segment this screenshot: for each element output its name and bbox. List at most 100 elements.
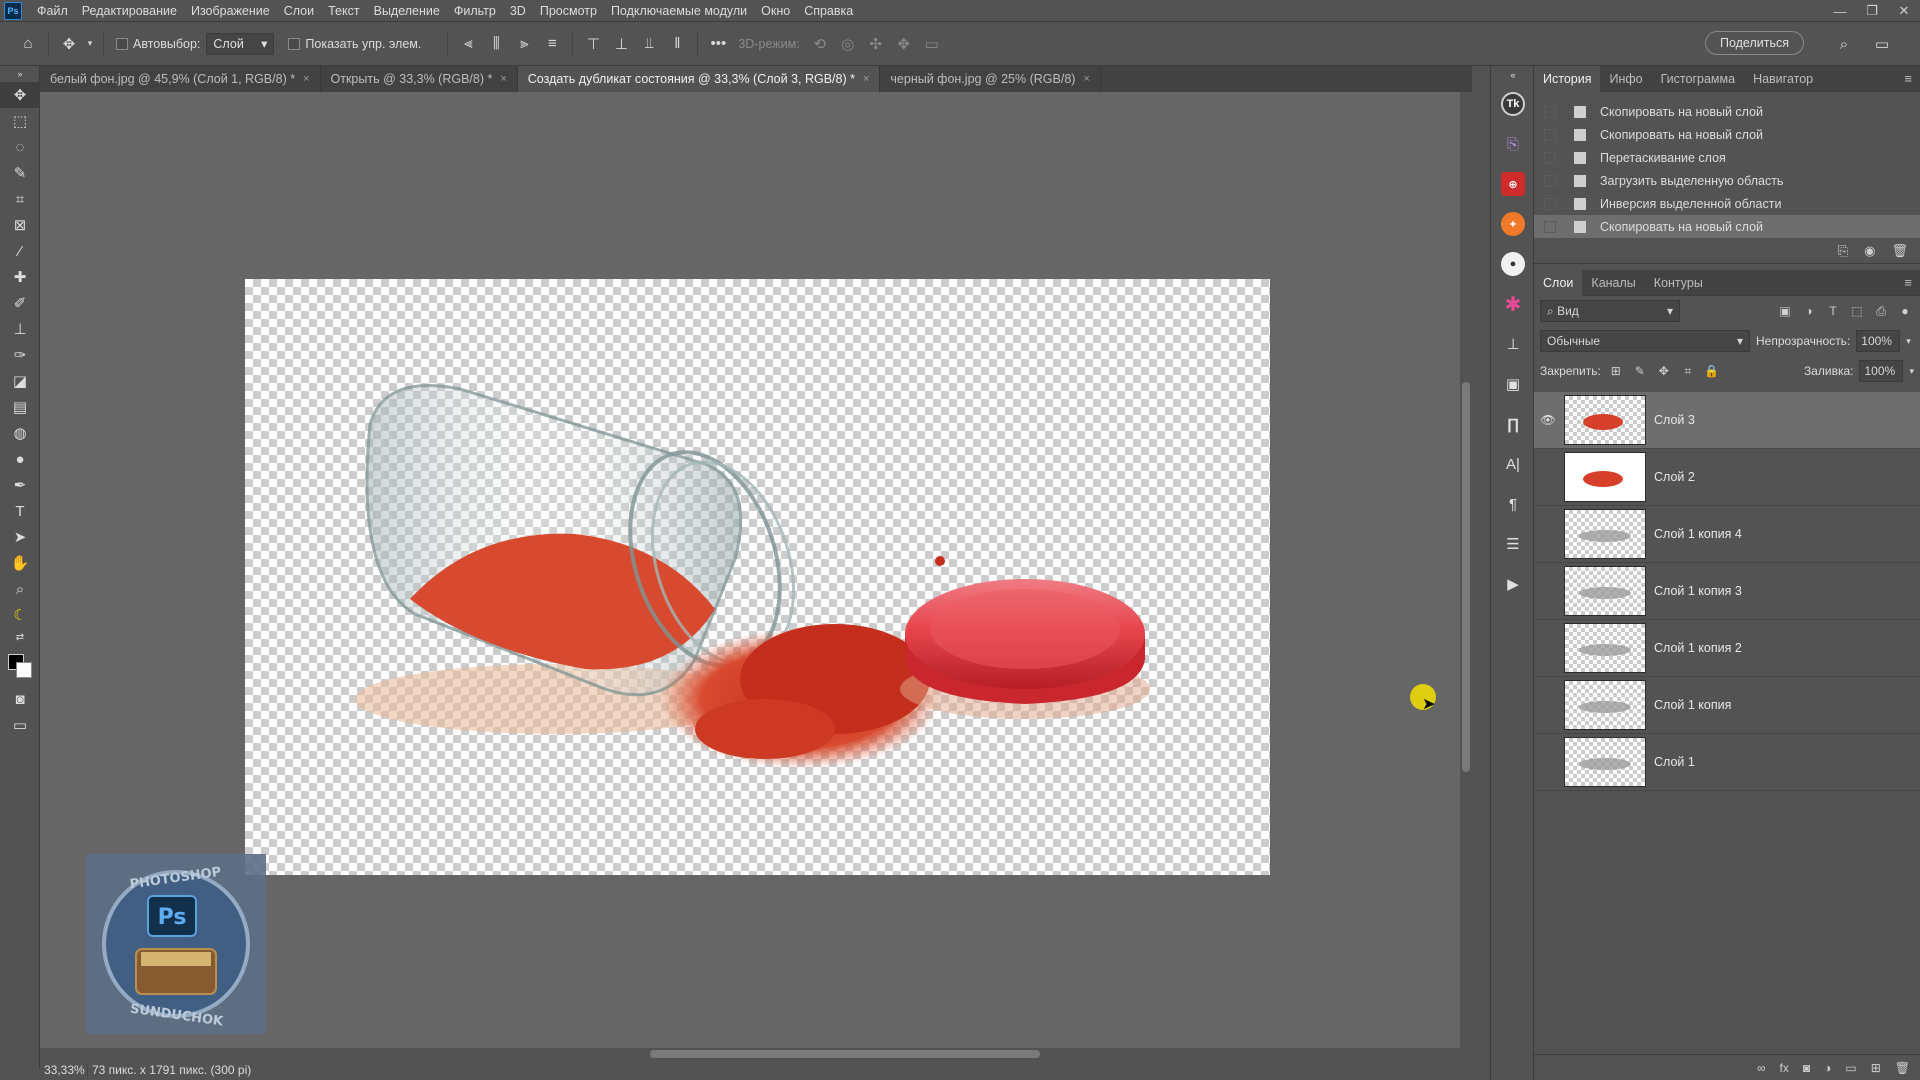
character-panel-icon[interactable]: A|	[1491, 444, 1535, 484]
filter-adjustment-icon[interactable]: ◑	[1800, 304, 1818, 318]
minimize-icon[interactable]: —	[1824, 0, 1856, 22]
quick-select-tool-icon[interactable]: ✎	[0, 160, 40, 186]
lock-transparent-icon[interactable]: ⊞	[1607, 364, 1625, 378]
path-selection-tool-icon[interactable]: ➤	[0, 524, 40, 550]
play-action-icon[interactable]: ▶	[1491, 564, 1535, 604]
show-controls-checkbox[interactable]	[288, 37, 301, 50]
chevron-down-icon[interactable]: ▾	[83, 30, 97, 58]
filter-smart-object-icon[interactable]: ⎙	[1872, 304, 1890, 319]
filter-shape-icon[interactable]: ⬚	[1848, 304, 1866, 318]
filter-toggle-icon[interactable]: ●	[1896, 304, 1914, 318]
align-left-icon[interactable]: ⫷	[454, 30, 482, 58]
crop-tool-icon[interactable]: ⌗	[0, 186, 40, 212]
link-layers-icon[interactable]: ∞	[1757, 1061, 1766, 1075]
layer-row[interactable]: Слой 1 копия 3	[1534, 563, 1920, 620]
blur-tool-icon[interactable]: ◍	[0, 420, 40, 446]
delete-state-icon[interactable]: 🗑	[1891, 243, 1908, 259]
document-info[interactable]: 73 пикс. x 1791 пикс. (300 pi)	[88, 1063, 251, 1077]
search-icon[interactable]: ⌕	[1830, 30, 1858, 58]
type-tool-icon[interactable]: T	[0, 498, 40, 524]
restore-icon[interactable]: ❐	[1856, 0, 1888, 22]
plugin-layers-icon[interactable]: ⎘	[1491, 124, 1535, 164]
layer-row[interactable]: Слой 1 копия	[1534, 677, 1920, 734]
adjustments-icon[interactable]: ☰	[1491, 524, 1535, 564]
adjustment-layer-icon[interactable]: ◑	[1824, 1061, 1831, 1075]
autoselect-dropdown[interactable]: Слой ▾	[206, 32, 275, 55]
close-tab-icon[interactable]: ×	[500, 73, 506, 85]
move-tool-icon[interactable]: ✥	[55, 30, 83, 58]
tab-paths[interactable]: Контуры	[1645, 270, 1712, 296]
plugin-color-star-icon[interactable]: ✱	[1491, 284, 1535, 324]
layer-row[interactable]: Слой 1 копия 2	[1534, 620, 1920, 677]
align-top-icon[interactable]: ⊤	[579, 30, 607, 58]
show-transform-controls-toggle[interactable]: Показать упр. элем.	[288, 37, 421, 51]
blend-mode-dropdown[interactable]: Обычные ▾	[1540, 330, 1750, 352]
close-icon[interactable]: ✕	[1888, 0, 1920, 22]
eyedropper-tool-icon[interactable]: ⁄	[0, 238, 40, 264]
new-layer-icon[interactable]: ⊞	[1871, 1061, 1881, 1075]
menu-3d[interactable]: 3D	[503, 0, 533, 22]
lock-all-icon[interactable]: 🔒	[1703, 364, 1721, 378]
marquee-tool-icon[interactable]: ⬚	[0, 108, 40, 134]
autoselect-toggle[interactable]: Автовыбор:	[116, 37, 200, 51]
layer-name[interactable]: Слой 2	[1654, 470, 1695, 484]
tab-channels[interactable]: Каналы	[1582, 270, 1644, 296]
menu-plugins[interactable]: Подключаемые модули	[604, 0, 754, 22]
layer-name[interactable]: Слой 1 копия 3	[1654, 584, 1742, 598]
vertical-scrollbar[interactable]	[1460, 92, 1472, 1060]
menu-help[interactable]: Справка	[797, 0, 860, 22]
history-item[interactable]: Инверсия выделенной области	[1534, 192, 1920, 215]
share-button[interactable]: Поделиться	[1704, 31, 1804, 55]
layer-name[interactable]: Слой 1 копия 4	[1654, 527, 1742, 541]
healing-brush-tool-icon[interactable]: ✚	[0, 264, 40, 290]
lasso-tool-icon[interactable]: ◌	[0, 134, 40, 160]
horizontal-scrollbar[interactable]	[40, 1048, 1472, 1060]
close-tab-icon[interactable]: ×	[303, 73, 309, 85]
align-right-icon[interactable]: ⫸	[510, 30, 538, 58]
pen-tool-icon[interactable]: ✒	[0, 472, 40, 498]
tab-duplicate-state[interactable]: Создать дубликат состояния @ 33,3% (Слой…	[517, 66, 881, 92]
tab-open[interactable]: Открыть @ 33,3% (RGB/8) * ×	[320, 66, 518, 92]
history-brush-source-box[interactable]	[1544, 220, 1556, 233]
menu-filter[interactable]: Фильтр	[447, 0, 503, 22]
dodge-tool-icon[interactable]: ●	[0, 446, 40, 472]
tab-layers[interactable]: Слои	[1534, 269, 1583, 296]
close-tab-icon[interactable]: ×	[1083, 73, 1089, 85]
filter-type-icon[interactable]: T	[1824, 304, 1842, 318]
menu-window[interactable]: Окно	[754, 0, 797, 22]
history-brush-source-box[interactable]	[1544, 151, 1556, 164]
frame-tool-icon[interactable]: ⊠	[0, 212, 40, 238]
more-options-icon[interactable]: •••	[704, 30, 732, 58]
swap-colors-icon[interactable]: ⇄	[0, 628, 40, 646]
plugin-tk-icon[interactable]: Tk	[1491, 84, 1535, 124]
screen-mode-icon[interactable]: ▭	[0, 712, 40, 738]
menu-select[interactable]: Выделение	[367, 0, 447, 22]
tab-histogram[interactable]: Гистограмма	[1652, 66, 1744, 92]
menu-edit[interactable]: Редактирование	[75, 0, 184, 22]
home-icon[interactable]: ⌂	[14, 30, 42, 58]
layer-name[interactable]: Слой 1	[1654, 755, 1695, 769]
history-item[interactable]: Перетаскивание слоя	[1534, 146, 1920, 169]
tab-info[interactable]: Инфо	[1600, 66, 1651, 92]
menu-type[interactable]: Текст	[321, 0, 366, 22]
plugin-stamp-icon[interactable]: ⊥	[1491, 324, 1535, 364]
hand-tool-icon[interactable]: ✋	[0, 550, 40, 576]
vertical-scroll-thumb[interactable]	[1462, 382, 1470, 772]
panel-menu-icon[interactable]: ≡	[1904, 275, 1912, 290]
layer-name[interactable]: Слой 1 копия	[1654, 698, 1731, 712]
history-brush-source-box[interactable]	[1544, 128, 1556, 141]
visibility-eye-icon[interactable]: 👁	[1534, 413, 1562, 427]
quick-mask-icon[interactable]: ◙	[0, 686, 40, 712]
clone-stamp-tool-icon[interactable]: ⊥	[0, 316, 40, 342]
document-canvas[interactable]	[245, 279, 1270, 875]
layer-name[interactable]: Слой 3	[1654, 413, 1695, 427]
background-color-swatch[interactable]	[16, 662, 32, 678]
new-group-icon[interactable]: ▭	[1845, 1061, 1856, 1075]
history-brush-tool-icon[interactable]: ✑	[0, 342, 40, 368]
layer-row[interactable]: Слой 2	[1534, 449, 1920, 506]
zoom-level[interactable]: 33,33%	[40, 1063, 88, 1077]
collapse-panel-icon[interactable]: »	[0, 66, 40, 82]
color-swatches[interactable]	[0, 646, 39, 686]
tab-history[interactable]: История	[1534, 65, 1601, 92]
menu-file[interactable]: Файл	[30, 0, 75, 22]
